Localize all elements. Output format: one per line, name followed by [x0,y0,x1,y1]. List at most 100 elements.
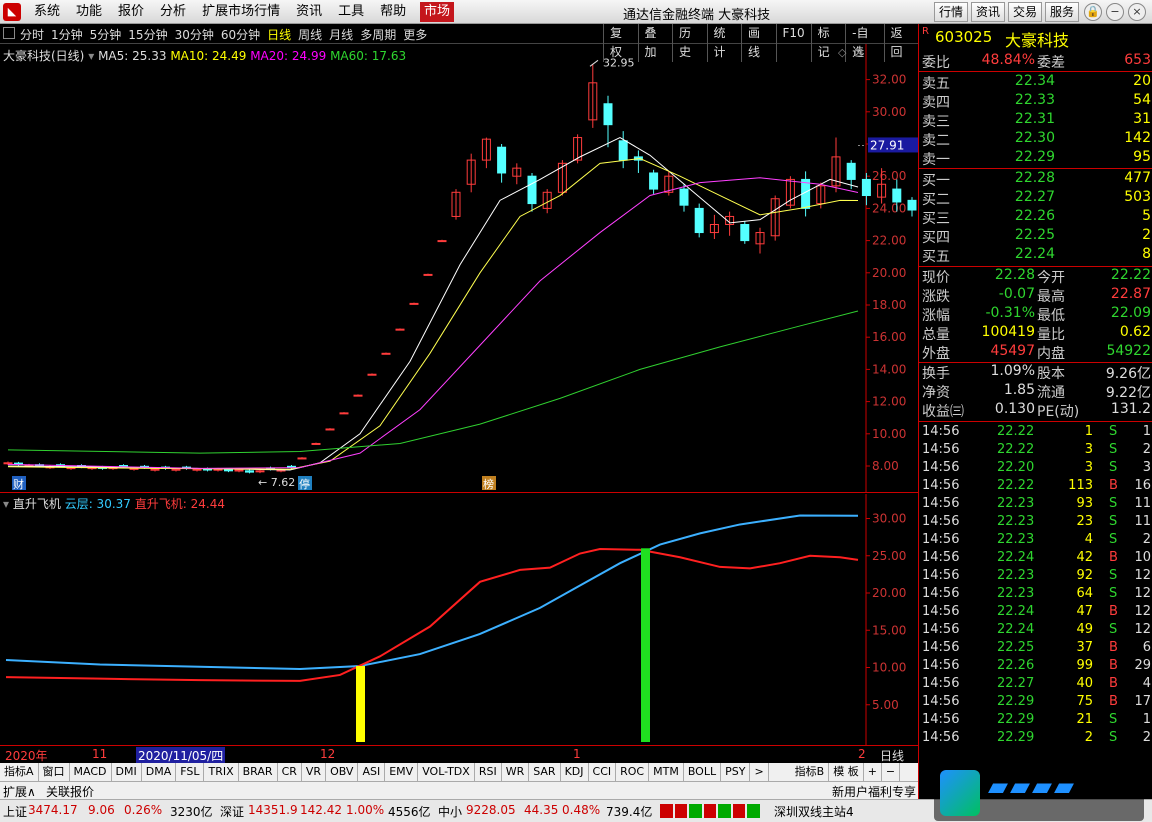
period-tab[interactable]: 分时 [20,26,44,43]
sz-index-pct: 1.00% [346,803,385,817]
kline-svg[interactable]: 32.0030.0028.0026.0024.0022.0020.0018.00… [0,44,918,493]
tick-time: 14:56 [922,568,960,583]
ask-price[interactable]: 22.31 [1015,111,1055,127]
price-label: 8.00 [872,459,899,473]
main-legend: 大豪科技(日线) ▾ MA5: 25.33 MA10: 24.49 MA20: … [3,47,406,64]
related-quote-button[interactable]: 关联报价 [46,783,94,800]
menu-item[interactable]: 工具 [330,3,372,21]
indicator-tab[interactable]: RSI [475,763,502,781]
period-tab[interactable]: 15分钟 [128,26,167,43]
service-button[interactable]: 服务 [1045,2,1079,22]
candle [649,169,659,194]
indicator-tab[interactable]: MACD [70,763,112,781]
bid-price[interactable]: 22.24 [1015,246,1055,262]
tick-volume: 113 [1068,478,1093,493]
legend-dropdown-icon[interactable]: ▾ [88,49,94,63]
candle-body [861,178,871,197]
panel-toggle-icon[interactable] [3,27,15,39]
period-tab[interactable]: 更多 [403,26,427,43]
tick-time: 14:56 [922,604,960,619]
period-tab[interactable]: 日线 [267,26,291,43]
indicator-tab[interactable]: − [882,763,901,781]
tick-time: 14:56 [922,550,960,565]
indicator-tab[interactable]: DMI [112,763,142,781]
ask-label: 卖二 [922,133,950,149]
indicator-chart[interactable]: 30.00 25.00 20.00 15.00 10.00 5.00 ▾ 直升飞机 云层:… [0,494,918,745]
indicator-tab[interactable]: OBV [326,763,359,781]
indicator-tab[interactable]: PSY [721,763,751,781]
menu-item[interactable]: 资讯 [288,3,330,21]
stat-value: 22.28 [994,267,1035,283]
expand-button[interactable]: 扩展∧ [3,783,36,800]
indicator-tab[interactable]: 窗口 [39,763,70,781]
indicator-tab[interactable]: 指标A [0,763,39,781]
zx-index-amount: 739.4亿 [606,805,653,819]
bid-price[interactable]: 22.28 [1015,170,1055,186]
indicator-tab[interactable]: SAR [529,763,561,781]
ask-price[interactable]: 22.33 [1015,92,1055,108]
candle [831,137,841,193]
indicator-tab[interactable]: VOL-TDX [418,763,475,781]
menu-item[interactable]: 分析 [152,3,194,21]
weibi-value: 48.84% [981,52,1035,68]
period-tab[interactable]: 周线 [298,26,322,43]
indicator-tab[interactable]: 指标B [791,763,830,781]
sz-index-change: 142.42 [300,803,342,817]
ask-volume: 95 [1133,149,1151,165]
period-tab[interactable]: 5分钟 [90,26,122,43]
indicator-tab[interactable]: BOLL [684,763,722,781]
market-tab[interactable]: 市场 [420,2,454,22]
indicator-tab[interactable]: > [750,763,769,781]
menu-item[interactable]: 系统 [26,3,68,21]
menu-item[interactable]: 功能 [68,3,110,21]
menu-item[interactable]: 帮助 [372,3,414,21]
quote-button[interactable]: 行情 [934,2,968,22]
lock-icon[interactable]: 🔒 [1084,3,1102,21]
news-button[interactable]: 资讯 [971,2,1005,22]
period-tab[interactable]: 30分钟 [175,26,214,43]
candle [588,64,598,128]
heli-label: 直升飞机: 24.44 [134,497,225,511]
indicator-tab[interactable]: CR [278,763,302,781]
indicator-tab[interactable]: VR [302,763,327,781]
tick-time: 14:56 [922,514,960,529]
indicator-dropdown-icon[interactable]: ▾ [3,497,9,511]
tick-row: 14:56 22.24 49 S 12 [919,622,1152,640]
indicator-tab[interactable]: DMA [142,763,177,781]
minimize-icon[interactable]: − [1106,3,1124,21]
indicator-tab[interactable]: KDJ [561,763,589,781]
heli-line [5,548,859,682]
indicator-tab[interactable]: TRIX [204,763,239,781]
indicator-tab[interactable]: 模 板 [829,763,864,781]
bid-price[interactable]: 22.26 [1015,208,1055,224]
indicator-tab[interactable]: BRAR [239,763,278,781]
indicator-tab[interactable]: WR [502,763,530,781]
period-tab[interactable]: 月线 [329,26,353,43]
indicator-tab[interactable]: ROC [616,763,650,781]
period-tab[interactable]: 1分钟 [51,26,83,43]
trade-button[interactable]: 交易 [1008,2,1042,22]
bid-volume: 503 [1124,189,1151,205]
indicator-tab[interactable]: FSL [176,763,205,781]
ask-price[interactable]: 22.34 [1015,73,1055,89]
bid-price[interactable]: 22.25 [1015,227,1055,243]
bid-price[interactable]: 22.27 [1015,189,1055,205]
quote-row: 收益㈢ 0.130 PE(动) 131.2 [919,401,1152,420]
indicator-tab[interactable]: ASI [358,763,386,781]
ask-price[interactable]: 22.29 [1015,149,1055,165]
kline-chart[interactable]: 32.0030.0028.0026.0024.0022.0020.0018.00… [0,44,918,493]
period-tab[interactable]: 多周期 [360,26,396,43]
menu-item[interactable]: 报价 [110,3,152,21]
indicator-tab[interactable]: EMV [385,763,419,781]
ask-volume: 54 [1133,92,1151,108]
ask-price[interactable]: 22.30 [1015,130,1055,146]
close-icon[interactable]: × [1128,3,1146,21]
menu-item[interactable]: 扩展市场行情 [194,3,288,21]
period-tab[interactable]: 60分钟 [221,26,260,43]
candle [481,137,491,169]
indicator-svg[interactable]: 30.00 25.00 20.00 15.00 10.00 5.00 [0,494,918,745]
indicator-tab[interactable]: + [864,763,882,781]
indicator-tab[interactable]: MTM [649,763,684,781]
indicator-tab[interactable]: CCI [589,763,617,781]
promo-link[interactable]: 新用户福利专享 [832,783,916,800]
